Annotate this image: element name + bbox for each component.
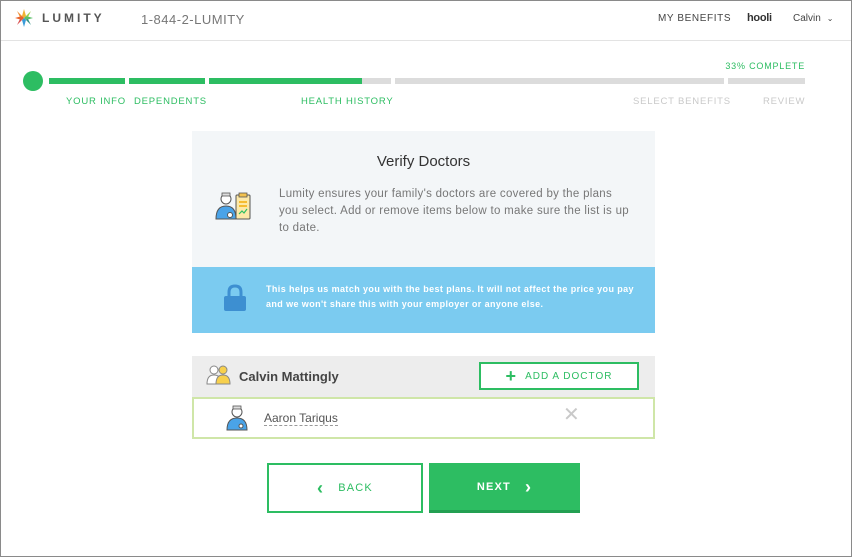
member-header: Calvin Mattingly + ADD A DOCTOR xyxy=(192,356,655,397)
nav-my-benefits[interactable]: MY BENEFITS xyxy=(658,13,731,24)
doctor-avatar-icon xyxy=(226,405,248,431)
lumity-leaf-icon xyxy=(15,9,33,27)
verify-doctors-card: Verify Doctors Lumity ensures your famil… xyxy=(192,131,655,267)
step-dependents[interactable]: DEPENDENTS xyxy=(134,96,207,107)
card-title: Verify Doctors xyxy=(376,153,471,170)
user-menu[interactable]: Calvin ⌄ xyxy=(793,13,834,24)
progress-segment-health-history xyxy=(209,78,362,84)
lumity-logo[interactable]: LUMITY xyxy=(14,8,105,28)
chevron-down-icon: ⌄ xyxy=(826,14,834,23)
progress-segment-review xyxy=(728,78,805,84)
phone-number: 1-844-2-LUMITY xyxy=(141,12,245,27)
notice-text: This helps us match you with the best pl… xyxy=(266,284,634,309)
card-description: Lumity ensures your family's doctors are… xyxy=(279,188,629,234)
step-select-benefits: SELECT BENEFITS xyxy=(633,96,731,107)
progress-start-dot xyxy=(23,71,43,91)
progress-percent: 33% COMPLETE xyxy=(725,61,805,71)
chevron-right-icon: › xyxy=(524,476,533,497)
step-review: REVIEW xyxy=(763,96,806,107)
progress-segment-dependents xyxy=(129,78,205,84)
back-button[interactable]: ‹ BACK xyxy=(267,463,423,513)
user-name: Calvin xyxy=(793,13,821,24)
privacy-notice: This helps us match you with the best pl… xyxy=(192,267,655,333)
plus-icon: + xyxy=(505,366,518,386)
top-header: LUMITY 1-844-2-LUMITY MY BENEFITS hooli … xyxy=(1,1,851,41)
next-button[interactable]: NEXT › xyxy=(429,463,580,513)
company-logo: hooli xyxy=(747,12,772,24)
progress-segment-select-benefits xyxy=(395,78,724,84)
family-members-icon xyxy=(206,365,231,385)
progress-segment-your-info xyxy=(49,78,125,84)
add-doctor-button[interactable]: + ADD A DOCTOR xyxy=(479,362,639,390)
step-your-info[interactable]: YOUR INFO xyxy=(66,96,126,107)
doctor-name-link[interactable]: Aaron Tariqus xyxy=(264,411,338,426)
add-doctor-label: ADD A DOCTOR xyxy=(525,370,613,382)
logo-text: LUMITY xyxy=(42,11,105,25)
back-label: BACK xyxy=(338,482,373,494)
step-health-history[interactable]: HEALTH HISTORY xyxy=(301,96,394,107)
progress-segment-health-history-remaining xyxy=(362,78,391,84)
next-label: NEXT xyxy=(476,480,511,493)
member-name: Calvin Mattingly xyxy=(239,369,339,384)
remove-doctor-icon[interactable]: ✕ xyxy=(563,405,580,425)
chevron-left-icon: ‹ xyxy=(317,478,325,498)
doctor-row: Aaron Tariqus ✕ xyxy=(192,397,655,439)
lock-icon xyxy=(224,284,246,311)
doctor-clipboard-icon xyxy=(215,192,251,220)
